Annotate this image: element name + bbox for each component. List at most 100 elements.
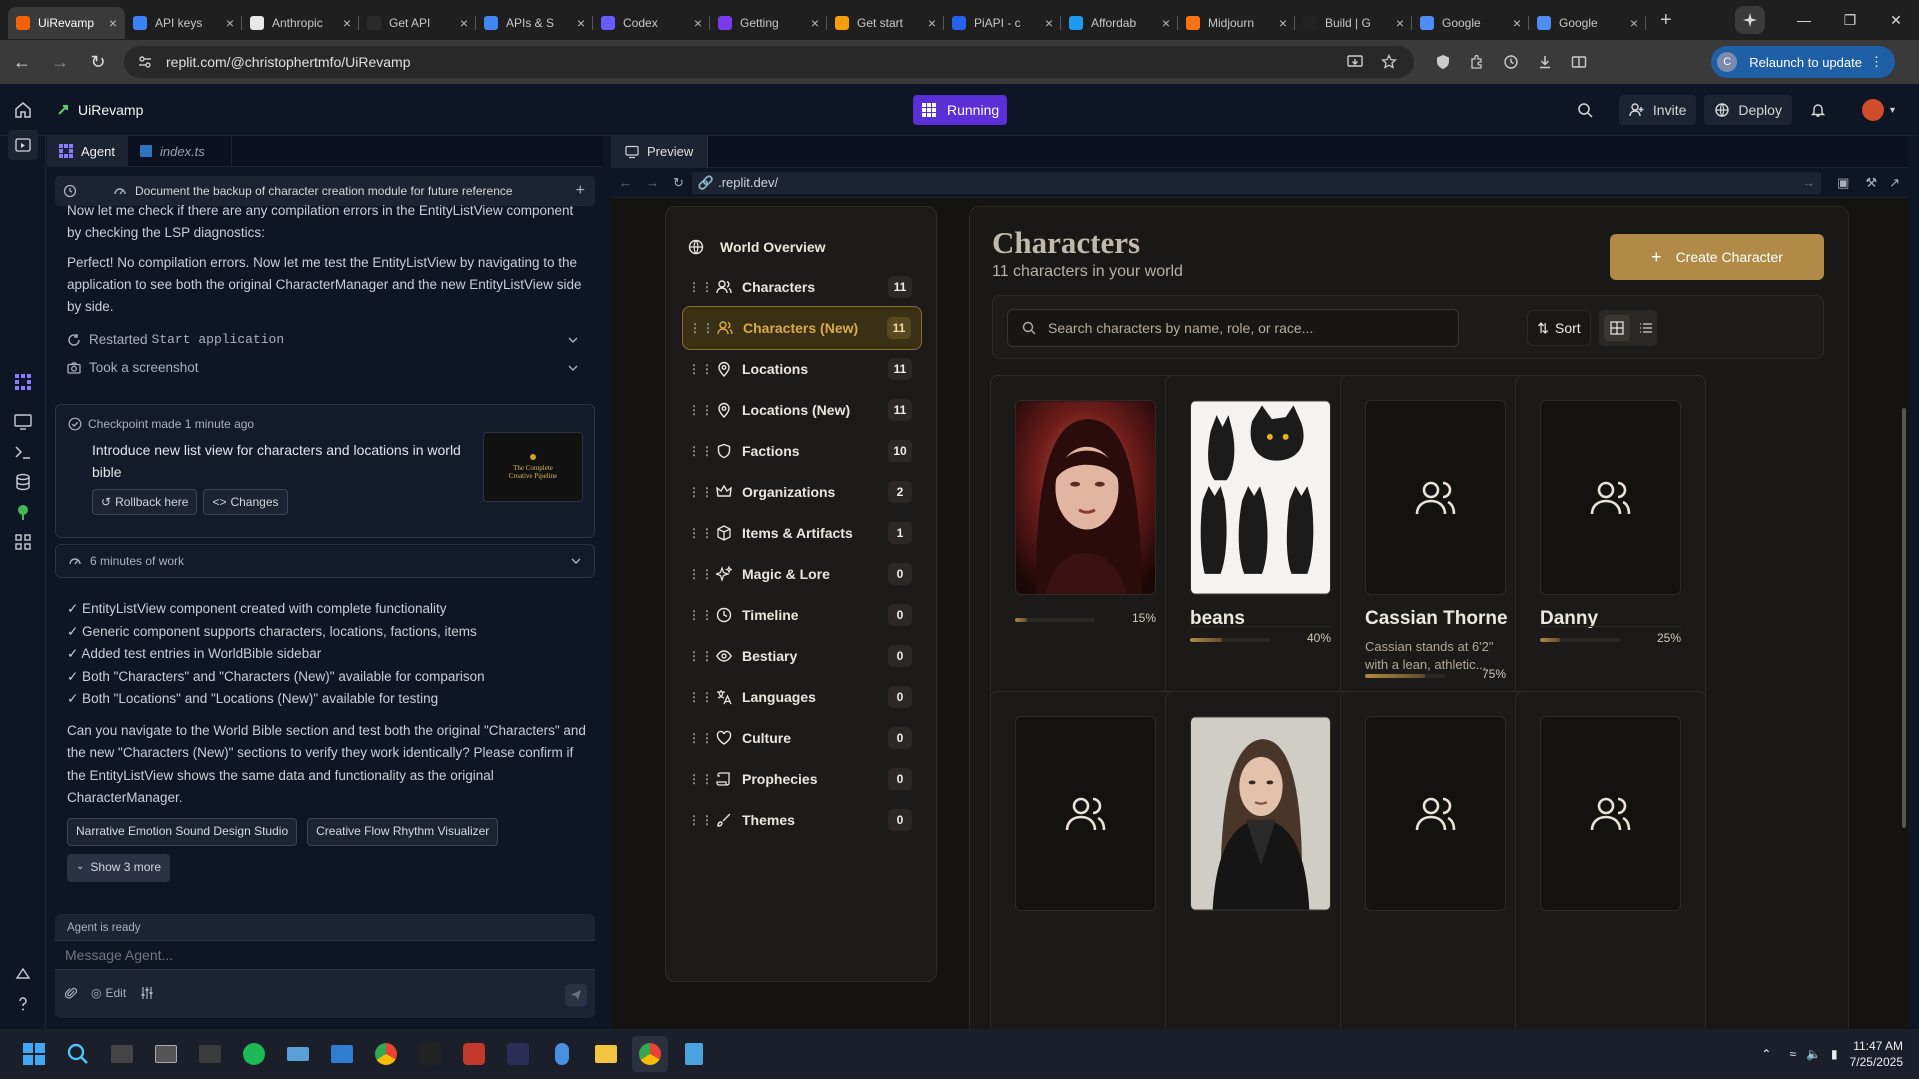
close-tab-icon[interactable]: × xyxy=(1630,15,1638,31)
nav-item[interactable]: ⋮⋮ Characters 11 xyxy=(682,265,922,309)
extensions-puzzle-icon[interactable] xyxy=(1460,54,1494,70)
devtools-icon[interactable]: ⚒ xyxy=(1865,175,1877,191)
drag-handle-icon[interactable]: ⋮⋮ xyxy=(688,814,713,826)
devices-icon[interactable]: ▣ xyxy=(1837,175,1849,191)
browser-tab[interactable]: PiAPI - c × xyxy=(944,7,1061,39)
browser-tab[interactable]: Affordab × xyxy=(1061,7,1178,39)
history-icon[interactable] xyxy=(63,184,77,198)
profile-avatar[interactable]: C xyxy=(1717,52,1738,72)
close-tab-icon[interactable]: × xyxy=(1045,15,1053,31)
sort-button[interactable]: ⇅ Sort xyxy=(1527,310,1591,346)
notifications-bell-icon[interactable] xyxy=(1800,95,1844,125)
browser-tab[interactable]: Google × xyxy=(1529,7,1646,39)
sliders-icon[interactable] xyxy=(140,986,154,1000)
shield-extension-icon[interactable] xyxy=(1426,54,1460,70)
user-avatar[interactable]: ▾ xyxy=(1852,95,1905,125)
close-tab-icon[interactable]: × xyxy=(928,15,936,31)
secrets-icon[interactable] xyxy=(14,503,32,521)
preview-reload-icon[interactable]: ↻ xyxy=(673,175,684,191)
close-tab-icon[interactable]: × xyxy=(1162,15,1170,31)
app-icon-bolt[interactable] xyxy=(412,1036,448,1072)
chevron-down-icon[interactable] xyxy=(570,555,582,567)
browser-tab[interactable]: Codex × xyxy=(593,7,710,39)
back-icon[interactable]: ← xyxy=(6,46,38,78)
browser-tab[interactable]: UiRevamp × xyxy=(8,7,125,39)
grid-view-icon[interactable] xyxy=(1603,315,1630,341)
nav-item[interactable]: ⋮⋮ Locations (New) 11 xyxy=(682,388,922,432)
database-icon[interactable] xyxy=(14,473,32,491)
go-arrow-icon[interactable]: → xyxy=(1802,175,1815,190)
app-icon-edit[interactable] xyxy=(192,1036,228,1072)
browser-tab[interactable]: API keys × xyxy=(125,7,242,39)
home-icon[interactable] xyxy=(14,101,32,119)
shell-icon[interactable] xyxy=(14,443,32,461)
tab-agent[interactable]: Agent xyxy=(47,136,128,166)
close-tab-icon[interactable]: × xyxy=(109,15,117,31)
character-search[interactable]: Search characters by name, role, or race… xyxy=(1007,309,1459,347)
downloads-icon[interactable] xyxy=(1528,54,1562,70)
spotify-icon[interactable] xyxy=(236,1036,272,1072)
close-tab-icon[interactable]: × xyxy=(1279,15,1287,31)
nav-item[interactable]: ⋮⋮ Culture 0 xyxy=(682,716,922,760)
photos-icon[interactable] xyxy=(324,1036,360,1072)
forward-icon[interactable]: → xyxy=(44,46,76,78)
browser-tab[interactable]: Get API × xyxy=(359,7,476,39)
close-tab-icon[interactable]: × xyxy=(811,15,819,31)
tray-chevron-icon[interactable]: ⌃ xyxy=(1761,1047,1771,1061)
browser-tab[interactable]: APIs & S × xyxy=(476,7,593,39)
extension-sparkle-button[interactable] xyxy=(1735,6,1765,34)
close-tab-icon[interactable]: × xyxy=(1513,15,1521,31)
menu-dots-icon[interactable]: ⋮ xyxy=(1870,54,1883,70)
browser-tab[interactable]: Midjourn × xyxy=(1178,7,1295,39)
reload-icon[interactable]: ↻ xyxy=(82,46,114,78)
app-icon-feather[interactable] xyxy=(544,1036,580,1072)
character-card[interactable]: Danny 25% xyxy=(1515,375,1706,736)
message-input[interactable] xyxy=(55,940,595,970)
character-card[interactable] xyxy=(1165,691,1356,1029)
tab-index-ts[interactable]: index.ts xyxy=(128,136,232,166)
invite-button[interactable]: Invite xyxy=(1618,95,1697,125)
address-bar[interactable]: replit.com/@christophertmfo/UiRevamp xyxy=(124,46,1414,78)
nav-item[interactable]: ⋮⋮ Languages 0 xyxy=(682,675,922,719)
list-view-icon[interactable] xyxy=(1639,321,1653,335)
drag-handle-icon[interactable]: ⋮⋮ xyxy=(688,363,713,375)
nav-item[interactable]: ⋮⋮ Characters (New) 11 xyxy=(682,306,922,350)
bookmark-star-icon[interactable] xyxy=(1372,54,1406,70)
app-icon-red[interactable] xyxy=(456,1036,492,1072)
webview-icon[interactable] xyxy=(14,413,32,431)
close-tab-icon[interactable]: × xyxy=(226,15,234,31)
file-explorer-icon[interactable] xyxy=(588,1036,624,1072)
changes-button[interactable]: <> Changes xyxy=(203,489,288,515)
site-info-icon[interactable] xyxy=(138,55,154,69)
project-title[interactable]: UiRevamp xyxy=(56,102,143,118)
rollback-button[interactable]: ↺ Rollback here xyxy=(92,489,198,515)
agent-grid-icon[interactable] xyxy=(14,373,32,391)
close-tab-icon[interactable]: × xyxy=(1396,15,1404,31)
character-card[interactable] xyxy=(1340,691,1531,1029)
new-task-plus-icon[interactable]: + xyxy=(576,182,585,200)
close-tab-icon[interactable]: × xyxy=(694,15,702,31)
browser-tab[interactable]: Get start × xyxy=(827,7,944,39)
search-icon[interactable] xyxy=(1567,95,1611,125)
drag-handle-icon[interactable]: ⋮⋮ xyxy=(688,445,713,457)
windows-start-icon[interactable] xyxy=(16,1036,52,1072)
deploy-button[interactable]: Deploy xyxy=(1704,95,1792,125)
clock[interactable]: 11:47 AM 7/25/2025 xyxy=(1850,1038,1903,1070)
help-icon[interactable] xyxy=(14,995,32,1013)
install-app-icon[interactable] xyxy=(1338,54,1372,70)
history-icon[interactable] xyxy=(1494,54,1528,70)
wifi-icon[interactable]: ≈ xyxy=(1789,1047,1796,1061)
character-card[interactable]: beans 40% xyxy=(1165,375,1356,736)
nav-item[interactable]: ⋮⋮ Organizations 2 xyxy=(682,470,922,514)
relaunch-button[interactable]: C Relaunch to update ⋮ xyxy=(1711,46,1895,78)
new-tab-icon[interactable]: + xyxy=(1660,9,1672,32)
suggestion-chip[interactable]: Narrative Emotion Sound Design Studio xyxy=(67,817,298,846)
preview-forward-icon[interactable]: → xyxy=(646,175,659,190)
character-card[interactable] xyxy=(1515,691,1706,1029)
action-restarted[interactable]: Restarted Start application xyxy=(67,326,583,354)
character-card[interactable]: Cassian Thorne Cassian stands at 6'2" wit… xyxy=(1340,375,1531,736)
show-more-button[interactable]: ⌄ Show 3 more xyxy=(67,853,171,882)
browser-tab[interactable]: Getting × xyxy=(710,7,827,39)
drag-handle-icon[interactable]: ⋮⋮ xyxy=(688,568,713,580)
drag-handle-icon[interactable]: ⋮⋮ xyxy=(688,527,713,539)
